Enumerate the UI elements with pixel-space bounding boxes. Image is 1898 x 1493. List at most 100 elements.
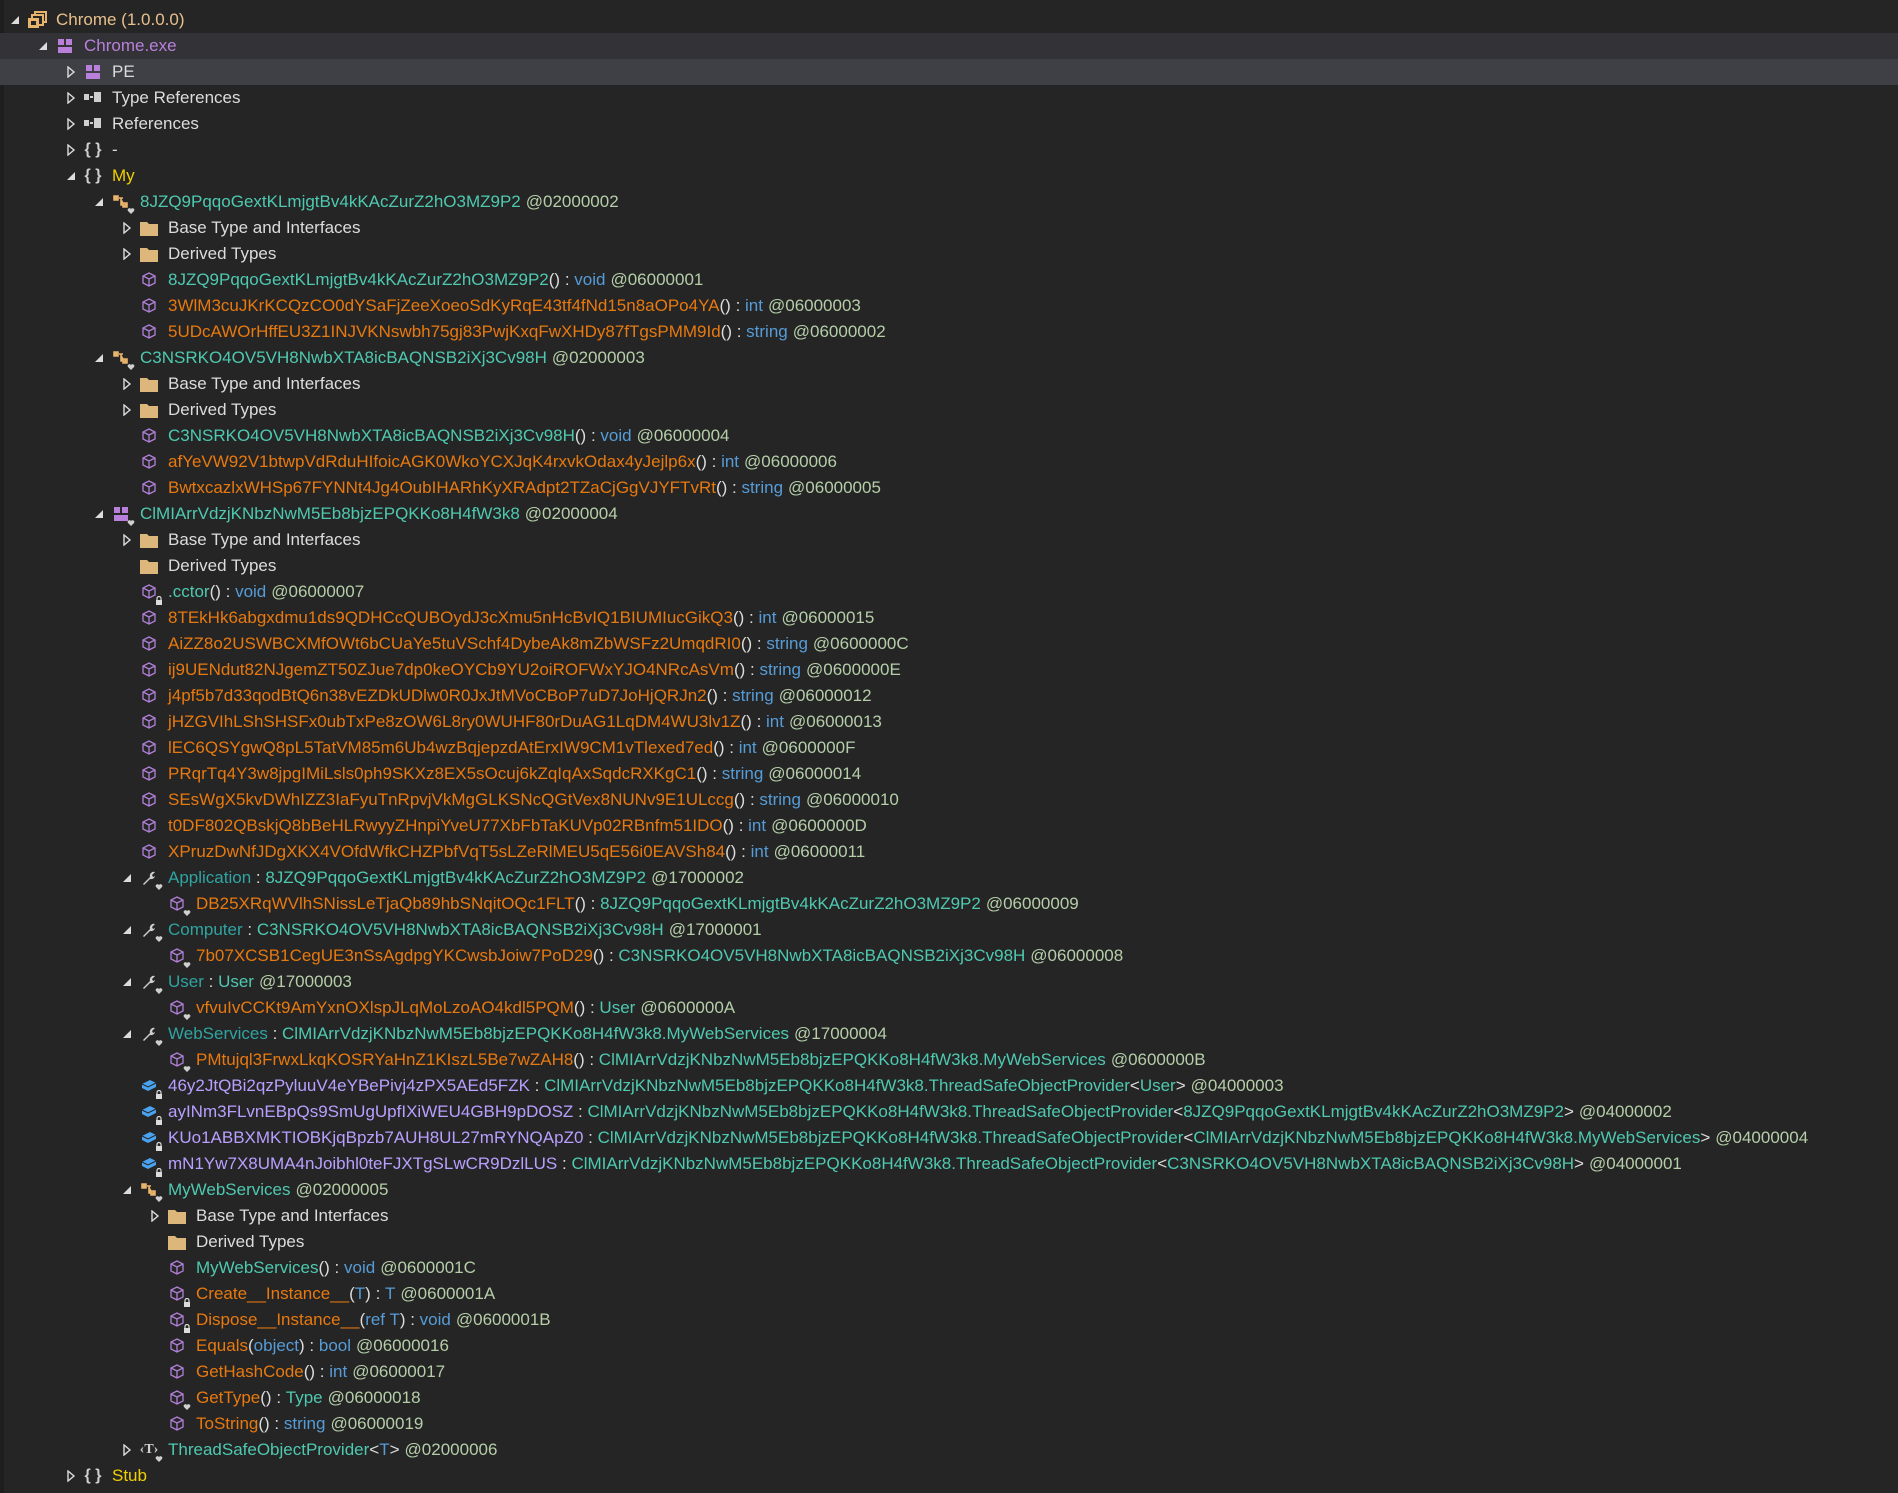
tree-node-getter[interactable]: PMtujql3FrwxLkqKOSRYaHnZ1KIszL5Be7wZAH8(…: [0, 1047, 1898, 1073]
tree-node-base-types[interactable]: Base Type and Interfaces: [0, 371, 1898, 397]
collapsed-arrow-icon[interactable]: [64, 1469, 78, 1483]
tree-node-method[interactable]: SEsWgX5kvDWhIZZ3IaFyuTnRpvjVkMgGLKSNcQGt…: [0, 787, 1898, 813]
expanded-arrow-icon[interactable]: [64, 169, 78, 183]
expanded-arrow-icon[interactable]: [120, 923, 134, 937]
tree-node-namespace-stub[interactable]: { } Stub: [0, 1463, 1898, 1489]
tree-node-getter[interactable]: 7b07XCSB1CegUE3nSsAgdpgYKCwsbJoiw7PoD29(…: [0, 943, 1898, 969]
metadata-token: @0600000D: [771, 816, 867, 835]
collapsed-arrow-icon[interactable]: [120, 1443, 134, 1457]
tree-node-field[interactable]: 46y2JtQBi2qzPyluuV4eYBePivj4zPX5AEd5FZK …: [0, 1073, 1898, 1099]
return-type: Type: [285, 1388, 323, 1407]
tree-node-method[interactable]: jHZGVIhLShSHSFx0ubTxPe8zOW6L8ry0WUHF80rD…: [0, 709, 1898, 735]
method-icon: [138, 270, 160, 290]
tree-node-method[interactable]: ij9UENdut82NJgemZT50ZJue7dp0keOYCb9YU2oi…: [0, 657, 1898, 683]
tree-node-getter[interactable]: DB25XRqWVlhSNissLeTjaQb89hbSNqitOQc1FLT(…: [0, 891, 1898, 917]
tree-node-namespace-my[interactable]: { } My: [0, 163, 1898, 189]
tree-node-method[interactable]: t0DF802QBskjQ8bBeHLRwyyZHnpiYveU77XbFbTa…: [0, 813, 1898, 839]
tree-node-generic-class[interactable]: ‹T› ThreadSafeObjectProvider < T > @0200000…: [0, 1437, 1898, 1463]
class-name: ClMIArrVdzjKNbzNwM5Eb8bjzEPQKKo8H4fW3k8: [140, 504, 520, 523]
expanded-arrow-icon[interactable]: [92, 351, 106, 365]
expanded-arrow-icon[interactable]: [92, 195, 106, 209]
tree-node-namespace-dash[interactable]: { } -: [0, 137, 1898, 163]
collapsed-arrow-icon[interactable]: [64, 91, 78, 105]
expanded-arrow-icon[interactable]: [120, 975, 134, 989]
tree-node-field[interactable]: ayINm3FLvnEBpQs9SmUgUpfIXiWEU4GBH9pDOSZ …: [0, 1099, 1898, 1125]
tree-node-cctor[interactable]: .cctor() : void @06000007: [0, 579, 1898, 605]
tree-node-field[interactable]: mN1Yw7X8UMA4nJoibhl0teFJXTgSLwCR9DzlLUS …: [0, 1151, 1898, 1177]
tree-node-property[interactable]: User : User @17000003: [0, 969, 1898, 995]
tree-node-method[interactable]: Equals(object) : bool @06000016: [0, 1333, 1898, 1359]
tree-node-method[interactable]: Create__Instance__(T) : T @0600001A: [0, 1281, 1898, 1307]
tree-node-nested-class[interactable]: MyWebServices @02000005: [0, 1177, 1898, 1203]
assembly-label: Chrome (1.0.0.0): [56, 10, 185, 29]
method-icon: [138, 634, 160, 654]
method-icon: [138, 322, 160, 342]
tree-node-method[interactable]: PRqrTq4Y3w8jpgIMiLsls0ph9SKXz8EX5sOcuj6k…: [0, 761, 1898, 787]
tree-node-method[interactable]: 3WlM3cuJKrKCQzCO0dYSaFjZeeXoeoSdKyRqE43t…: [0, 293, 1898, 319]
tree-node-references[interactable]: References: [0, 111, 1898, 137]
tree-node-getter[interactable]: vfvuIvCCKt9AmYxnOXlspJLqMoLzoAO4kdl5PQM(…: [0, 995, 1898, 1021]
tree-node-method[interactable]: 8JZQ9PqqoGextKLmjgtBv4kKAcZurZ2hO3MZ9P2(…: [0, 267, 1898, 293]
tree-node-assembly[interactable]: Chrome (1.0.0.0): [0, 7, 1898, 33]
tree-node-method[interactable]: 8TEkHk6abgxdmu1ds9QDHCcQUBOydJ3cXmu5nHcB…: [0, 605, 1898, 631]
expanded-arrow-icon[interactable]: [92, 507, 106, 521]
tree-node-property[interactable]: WebServices : ClMIArrVdzjKNbzNwM5Eb8bjzE…: [0, 1021, 1898, 1047]
method-params: (): [706, 686, 718, 705]
tree-node-derived-types[interactable]: Derived Types: [0, 397, 1898, 423]
tree-node-method[interactable]: 5UDcAWOrHffEU3Z1INJVKNswbh75gj83PwjKxqFw…: [0, 319, 1898, 345]
expanded-arrow-icon[interactable]: [8, 13, 22, 27]
tree-node-field[interactable]: KUo1ABBXMKTIOBKjqBpzb7AUH8UL27mRYNQApZ0 …: [0, 1125, 1898, 1151]
collapsed-arrow-icon[interactable]: [120, 403, 134, 417]
method-params: (): [209, 582, 221, 601]
tree-node-pe[interactable]: PE: [0, 59, 1898, 85]
expanded-arrow-icon[interactable]: [120, 1027, 134, 1041]
tree-node-method[interactable]: BwtxcazlxWHSp67FYNNt4Jg4OubIHARhKyXRAdpt…: [0, 475, 1898, 501]
collapsed-arrow-icon[interactable]: [64, 117, 78, 131]
internal-overlay-icon: [127, 363, 135, 371]
collapsed-arrow-icon[interactable]: [148, 1209, 162, 1223]
tree-node-module-class[interactable]: ClMIArrVdzjKNbzNwM5Eb8bjzEPQKKo8H4fW3k8 …: [0, 501, 1898, 527]
collapsed-arrow-icon[interactable]: [120, 247, 134, 261]
assembly-explorer-tree[interactable]: Chrome (1.0.0.0) Chrome.exe PE Type Refe…: [0, 7, 1898, 1489]
metadata-token: @06000002: [792, 322, 886, 341]
tree-node-method[interactable]: Dispose__Instance__(ref T) : void @06000…: [0, 1307, 1898, 1333]
tree-node-derived-types[interactable]: Derived Types: [0, 553, 1898, 579]
tree-node-method[interactable]: XPruzDwNfJDgXKX4VOfdWfkCHZPbfVqT5sLZeRlM…: [0, 839, 1898, 865]
tree-node-base-types[interactable]: Base Type and Interfaces: [0, 1203, 1898, 1229]
tree-node-base-types[interactable]: Base Type and Interfaces: [0, 527, 1898, 553]
collapsed-arrow-icon[interactable]: [64, 143, 78, 157]
tree-node-method[interactable]: MyWebServices() : void @0600001C: [0, 1255, 1898, 1281]
expanded-arrow-icon[interactable]: [120, 871, 134, 885]
tree-node-method[interactable]: C3NSRKO4OV5VH8NwbXTA8icBAQNSB2iXj3Cv98H(…: [0, 423, 1898, 449]
tree-node-type-references[interactable]: Type References: [0, 85, 1898, 111]
method-name: afYeVW92V1btwpVdRduHIfoicAGK0WkoYCXJqK4r…: [168, 452, 696, 471]
tree-node-property[interactable]: Application : 8JZQ9PqqoGextKLmjgtBv4kKAc…: [0, 865, 1898, 891]
tree-node-derived-types[interactable]: Derived Types: [0, 1229, 1898, 1255]
field-type: ClMIArrVdzjKNbzNwM5Eb8bjzEPQKKo8H4fW3k8.…: [571, 1154, 1158, 1173]
tree-node-derived-types[interactable]: Derived Types: [0, 241, 1898, 267]
expanded-arrow-icon[interactable]: [120, 1183, 134, 1197]
collapsed-arrow-icon[interactable]: [120, 221, 134, 235]
tree-node-method[interactable]: ToString() : string @06000019: [0, 1411, 1898, 1437]
tree-node-method[interactable]: GetType() : Type @06000018: [0, 1385, 1898, 1411]
tree-node-method[interactable]: lEC6QSYgwQ8pL5TatVM85m6Ub4wzBqjepzdAtErx…: [0, 735, 1898, 761]
tree-node-method[interactable]: AiZZ8o2USWBCXMfOWt6bCUaYe5tuVSchf4DybeAk…: [0, 631, 1898, 657]
tree-node-property[interactable]: Computer : C3NSRKO4OV5VH8NwbXTA8icBAQNSB…: [0, 917, 1898, 943]
tree-node-class[interactable]: 8JZQ9PqqoGextKLmjgtBv4kKAcZurZ2hO3MZ9P2 …: [0, 189, 1898, 215]
return-type: int: [758, 608, 777, 627]
method-name: GetType: [196, 1388, 261, 1407]
metadata-token: @06000015: [781, 608, 875, 627]
internal-overlay-icon: [155, 1039, 163, 1047]
collapsed-arrow-icon[interactable]: [120, 533, 134, 547]
tree-node-class[interactable]: C3NSRKO4OV5VH8NwbXTA8icBAQNSB2iXj3Cv98H …: [0, 345, 1898, 371]
method-name: vfvuIvCCKt9AmYxnOXlspJLqMoLzoAO4kdl5PQM: [196, 998, 574, 1017]
tree-node-method[interactable]: j4pf5b7d33qodBtQ6n38vEZDkUDlw0R0JxJtMVoC…: [0, 683, 1898, 709]
tree-node-method[interactable]: GetHashCode() : int @06000017: [0, 1359, 1898, 1385]
collapsed-arrow-icon[interactable]: [64, 65, 78, 79]
expanded-arrow-icon[interactable]: [36, 39, 50, 53]
derived-types-label: Derived Types: [196, 1232, 305, 1251]
collapsed-arrow-icon[interactable]: [120, 377, 134, 391]
tree-node-method[interactable]: afYeVW92V1btwpVdRduHIfoicAGK0WkoYCXJqK4r…: [0, 449, 1898, 475]
tree-node-module[interactable]: Chrome.exe: [0, 33, 1898, 59]
tree-node-base-types[interactable]: Base Type and Interfaces: [0, 215, 1898, 241]
